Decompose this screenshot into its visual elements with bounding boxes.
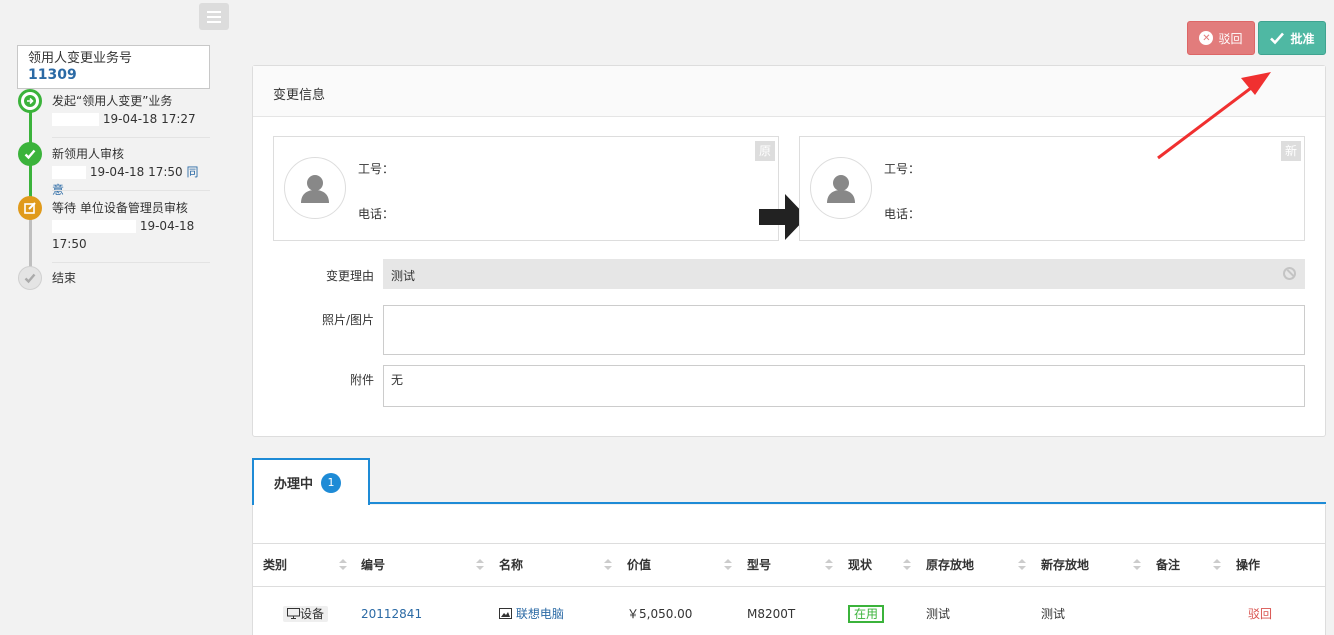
- column-header-action: 操作: [1236, 558, 1261, 572]
- category-value: 设备: [300, 607, 325, 621]
- reject-button-label: 驳回: [1218, 31, 1243, 46]
- arrow-right-icon: [18, 89, 42, 113]
- approve-button-label: 批准: [1290, 31, 1315, 46]
- old-location-cell: 测试: [926, 607, 951, 621]
- employee-id-label: 工号：: [884, 162, 921, 176]
- timeline-step-time: 19-04-18 17:50: [89, 165, 183, 179]
- sort-icon[interactable]: [1018, 559, 1026, 571]
- timeline-step-title: 新领用人审核: [52, 147, 125, 161]
- user-icon: [301, 175, 329, 203]
- avatar: [284, 157, 346, 219]
- model-cell: M8200T: [747, 607, 796, 621]
- phone-label: 电话：: [884, 207, 921, 221]
- approve-button[interactable]: 批准: [1258, 21, 1326, 55]
- column-header-model[interactable]: 型号: [747, 544, 771, 586]
- photo-label: 照片/图片: [321, 313, 374, 327]
- new-person-panel: 工号： 电话： 新: [799, 136, 1305, 241]
- timeline-step-time-row: 19-04-18: [52, 217, 194, 235]
- tab-bar: 办理中 1: [252, 458, 1326, 505]
- avatar: [810, 157, 872, 219]
- category-cell: 设备: [283, 605, 329, 623]
- check-icon: [18, 266, 42, 290]
- table-row: 设备 20112841 联想电脑 ￥5,050.00 M8200T 在用 测试 …: [253, 595, 1325, 635]
- timeline-step-time2: 17:50: [52, 237, 87, 251]
- divider: [52, 262, 210, 263]
- sort-icon[interactable]: [1213, 559, 1221, 571]
- status-cell: 在用: [848, 605, 885, 623]
- check-icon: [1270, 32, 1285, 45]
- reason-field[interactable]: 测试: [383, 259, 1305, 289]
- name-link[interactable]: 联想电脑: [499, 605, 564, 623]
- column-header-remark[interactable]: 备注: [1156, 544, 1180, 586]
- phone-label: 电话：: [358, 207, 395, 221]
- column-header-number[interactable]: 编号: [361, 544, 385, 586]
- table-header: 类别 编号 名称 价值 型号 现状 原存放地 新存放地 备注 操作: [253, 543, 1325, 587]
- column-header-old-location[interactable]: 原存放地: [926, 544, 974, 586]
- image-icon: [499, 608, 512, 619]
- employee-id-label: 工号：: [358, 162, 395, 176]
- status-badge: 在用: [848, 605, 885, 623]
- timeline-step-time-row: 19-04-18 17:50 同意: [52, 163, 210, 199]
- business-number-box: 领用人变更业务号 11309: [17, 45, 210, 89]
- attachment-label: 附件: [349, 373, 374, 387]
- tab-label: 办理中: [274, 477, 314, 492]
- ban-icon: [1283, 267, 1296, 280]
- new-location-cell: 测试: [1041, 607, 1066, 621]
- attachment-value: 无: [391, 373, 404, 387]
- sort-icon[interactable]: [903, 559, 911, 571]
- column-header-name[interactable]: 名称: [499, 544, 523, 586]
- original-person-panel: 工号： 电话： 原: [273, 136, 779, 241]
- name-value: 联想电脑: [515, 607, 564, 621]
- menu-icon-bar: [207, 20, 221, 23]
- business-number: 11309: [28, 67, 77, 83]
- reject-button[interactable]: ✕ 驳回: [1187, 21, 1255, 55]
- column-header-value[interactable]: 价值: [627, 544, 651, 586]
- timeline-step-time-row: 19-04-18 17:27: [52, 110, 196, 128]
- original-tag: 原: [755, 141, 775, 161]
- timeline-step-time: 19-04-18 17:27: [102, 112, 196, 126]
- timeline-step-title: 结束: [52, 271, 77, 285]
- change-info-card: 变更信息 工号： 电话： 原 工号： 电话： 新 变更理由 测试 照片/图片 附…: [252, 65, 1326, 437]
- row-reject-link[interactable]: 驳回: [1248, 605, 1272, 623]
- menu-icon-bar: [207, 15, 221, 18]
- timeline-step-title: 等待 单位设备管理员审核: [52, 201, 188, 215]
- user-icon: [827, 175, 855, 203]
- divider: [52, 137, 210, 138]
- sort-icon[interactable]: [724, 559, 732, 571]
- edit-icon: [18, 196, 42, 220]
- tab-in-progress[interactable]: 办理中 1: [252, 458, 370, 505]
- value-cell: ￥5,050.00: [627, 607, 693, 621]
- menu-icon-bar: [207, 10, 221, 13]
- close-circle-icon: ✕: [1199, 31, 1214, 45]
- sort-icon[interactable]: [476, 559, 484, 571]
- new-tag: 新: [1281, 141, 1301, 161]
- reason-value: 测试: [391, 269, 416, 283]
- monitor-icon: [287, 608, 300, 619]
- tab-count-badge: 1: [321, 472, 342, 493]
- number-link[interactable]: 20112841: [361, 605, 422, 623]
- column-header-new-location[interactable]: 新存放地: [1041, 544, 1089, 586]
- divider: [52, 190, 210, 191]
- timeline-step-title: 发起“领用人变更”业务: [52, 94, 173, 108]
- sort-icon[interactable]: [604, 559, 612, 571]
- sort-icon[interactable]: [825, 559, 833, 571]
- card-title: 变更信息: [253, 66, 1325, 117]
- timeline-step-time: 19-04-18: [139, 219, 195, 233]
- check-icon: [18, 142, 42, 166]
- attachment-field[interactable]: 无: [383, 365, 1305, 407]
- business-number-label: 领用人变更业务号: [28, 51, 133, 66]
- column-header-category[interactable]: 类别: [263, 544, 287, 586]
- category-tag: 设备: [283, 606, 329, 622]
- item-table: 类别 编号 名称 价值 型号 现状 原存放地 新存放地 备注 操作 设备 201…: [252, 505, 1326, 635]
- reason-label: 变更理由: [325, 269, 374, 283]
- photo-field[interactable]: [383, 305, 1305, 355]
- sort-icon[interactable]: [339, 559, 347, 571]
- sort-icon[interactable]: [1133, 559, 1141, 571]
- menu-toggle-button[interactable]: [199, 3, 229, 30]
- column-header-status[interactable]: 现状: [848, 544, 872, 586]
